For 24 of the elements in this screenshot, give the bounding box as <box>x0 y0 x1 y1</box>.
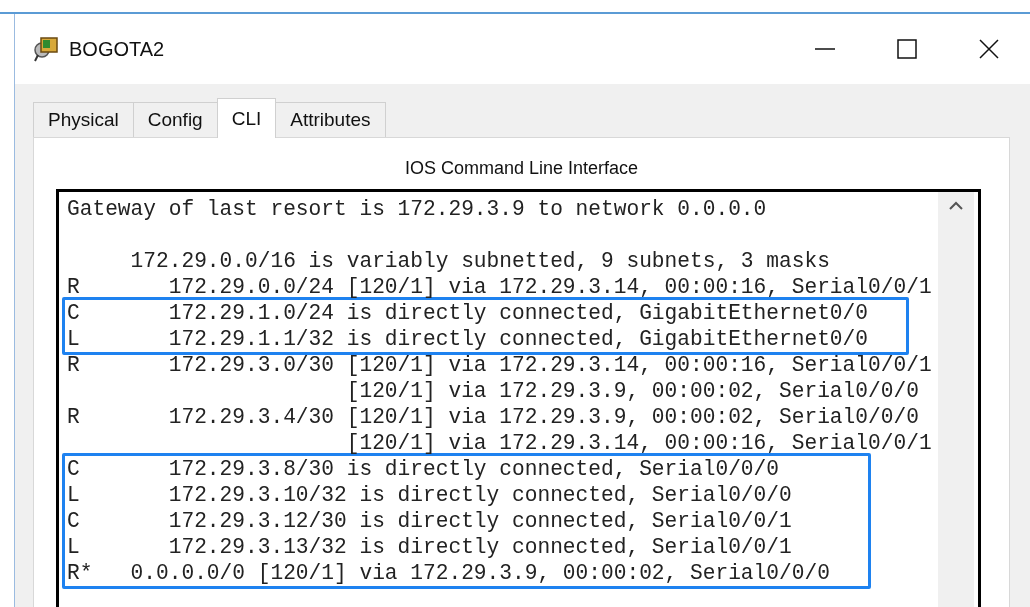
terminal-line: R 172.29.3.0/30 [120/1] via 172.29.3.14, 00:00:16, Serial0/0/1 <box>67 352 933 378</box>
terminal-line: [120/1] via 172.29.3.14, 00:00:16, Serial0/0/1 <box>345 430 933 456</box>
minimize-icon <box>814 48 836 50</box>
tab[interactable]: Attributes <box>275 102 386 137</box>
panel-title: IOS Command Line Interface <box>403 157 640 180</box>
terminal-line: R 172.29.3.4/30 [120/1] via 172.29.3.9, 00:00:02, Serial0/0/0 <box>67 404 920 430</box>
terminal-line: C 172.29.3.12/30 is directly connected, Serial0/0/1 <box>67 508 793 534</box>
terminal-line: C 172.29.1.0/24 is directly connected, GigabitEthernet0/0 <box>67 300 869 326</box>
terminal-line: L 172.29.3.10/32 is directly connected, Serial0/0/0 <box>67 482 793 508</box>
tab[interactable]: Physical <box>33 102 134 137</box>
terminal-line: 172.29.0.0/16 is variably subnetted, 9 subnets, 3 masks <box>129 248 831 274</box>
terminal-line: [120/1] via 172.29.3.9, 00:00:02, Serial0/0/0 <box>345 378 920 404</box>
terminal-line: R 172.29.0.0/24 [120/1] via 172.29.3.14, 00:00:16, Serial0/0/1 <box>67 274 933 300</box>
caret-up-icon <box>949 200 963 210</box>
terminal-line: L 172.29.1.1/32 is directly connected, GigabitEthernet0/0 <box>67 326 869 352</box>
router-icon <box>33 35 61 63</box>
window-title: BOGOTA2 <box>69 37 166 61</box>
terminal-line: Gateway of last resort is 172.29.3.9 to network 0.0.0.0 <box>67 196 768 223</box>
terminal-line: L 172.29.3.13/32 is directly connected, Serial0/0/1 <box>67 534 793 560</box>
tab[interactable]: CLI <box>216 98 277 138</box>
terminal-line: R* 0.0.0.0/0 [120/1] via 172.29.3.9, 00:00:02, Serial0/0/0 <box>67 560 830 586</box>
close-icon <box>978 38 1000 60</box>
terminal-line: C 172.29.3.8/30 is directly connected, Serial0/0/0 <box>67 456 781 482</box>
maximize-icon <box>896 38 918 60</box>
